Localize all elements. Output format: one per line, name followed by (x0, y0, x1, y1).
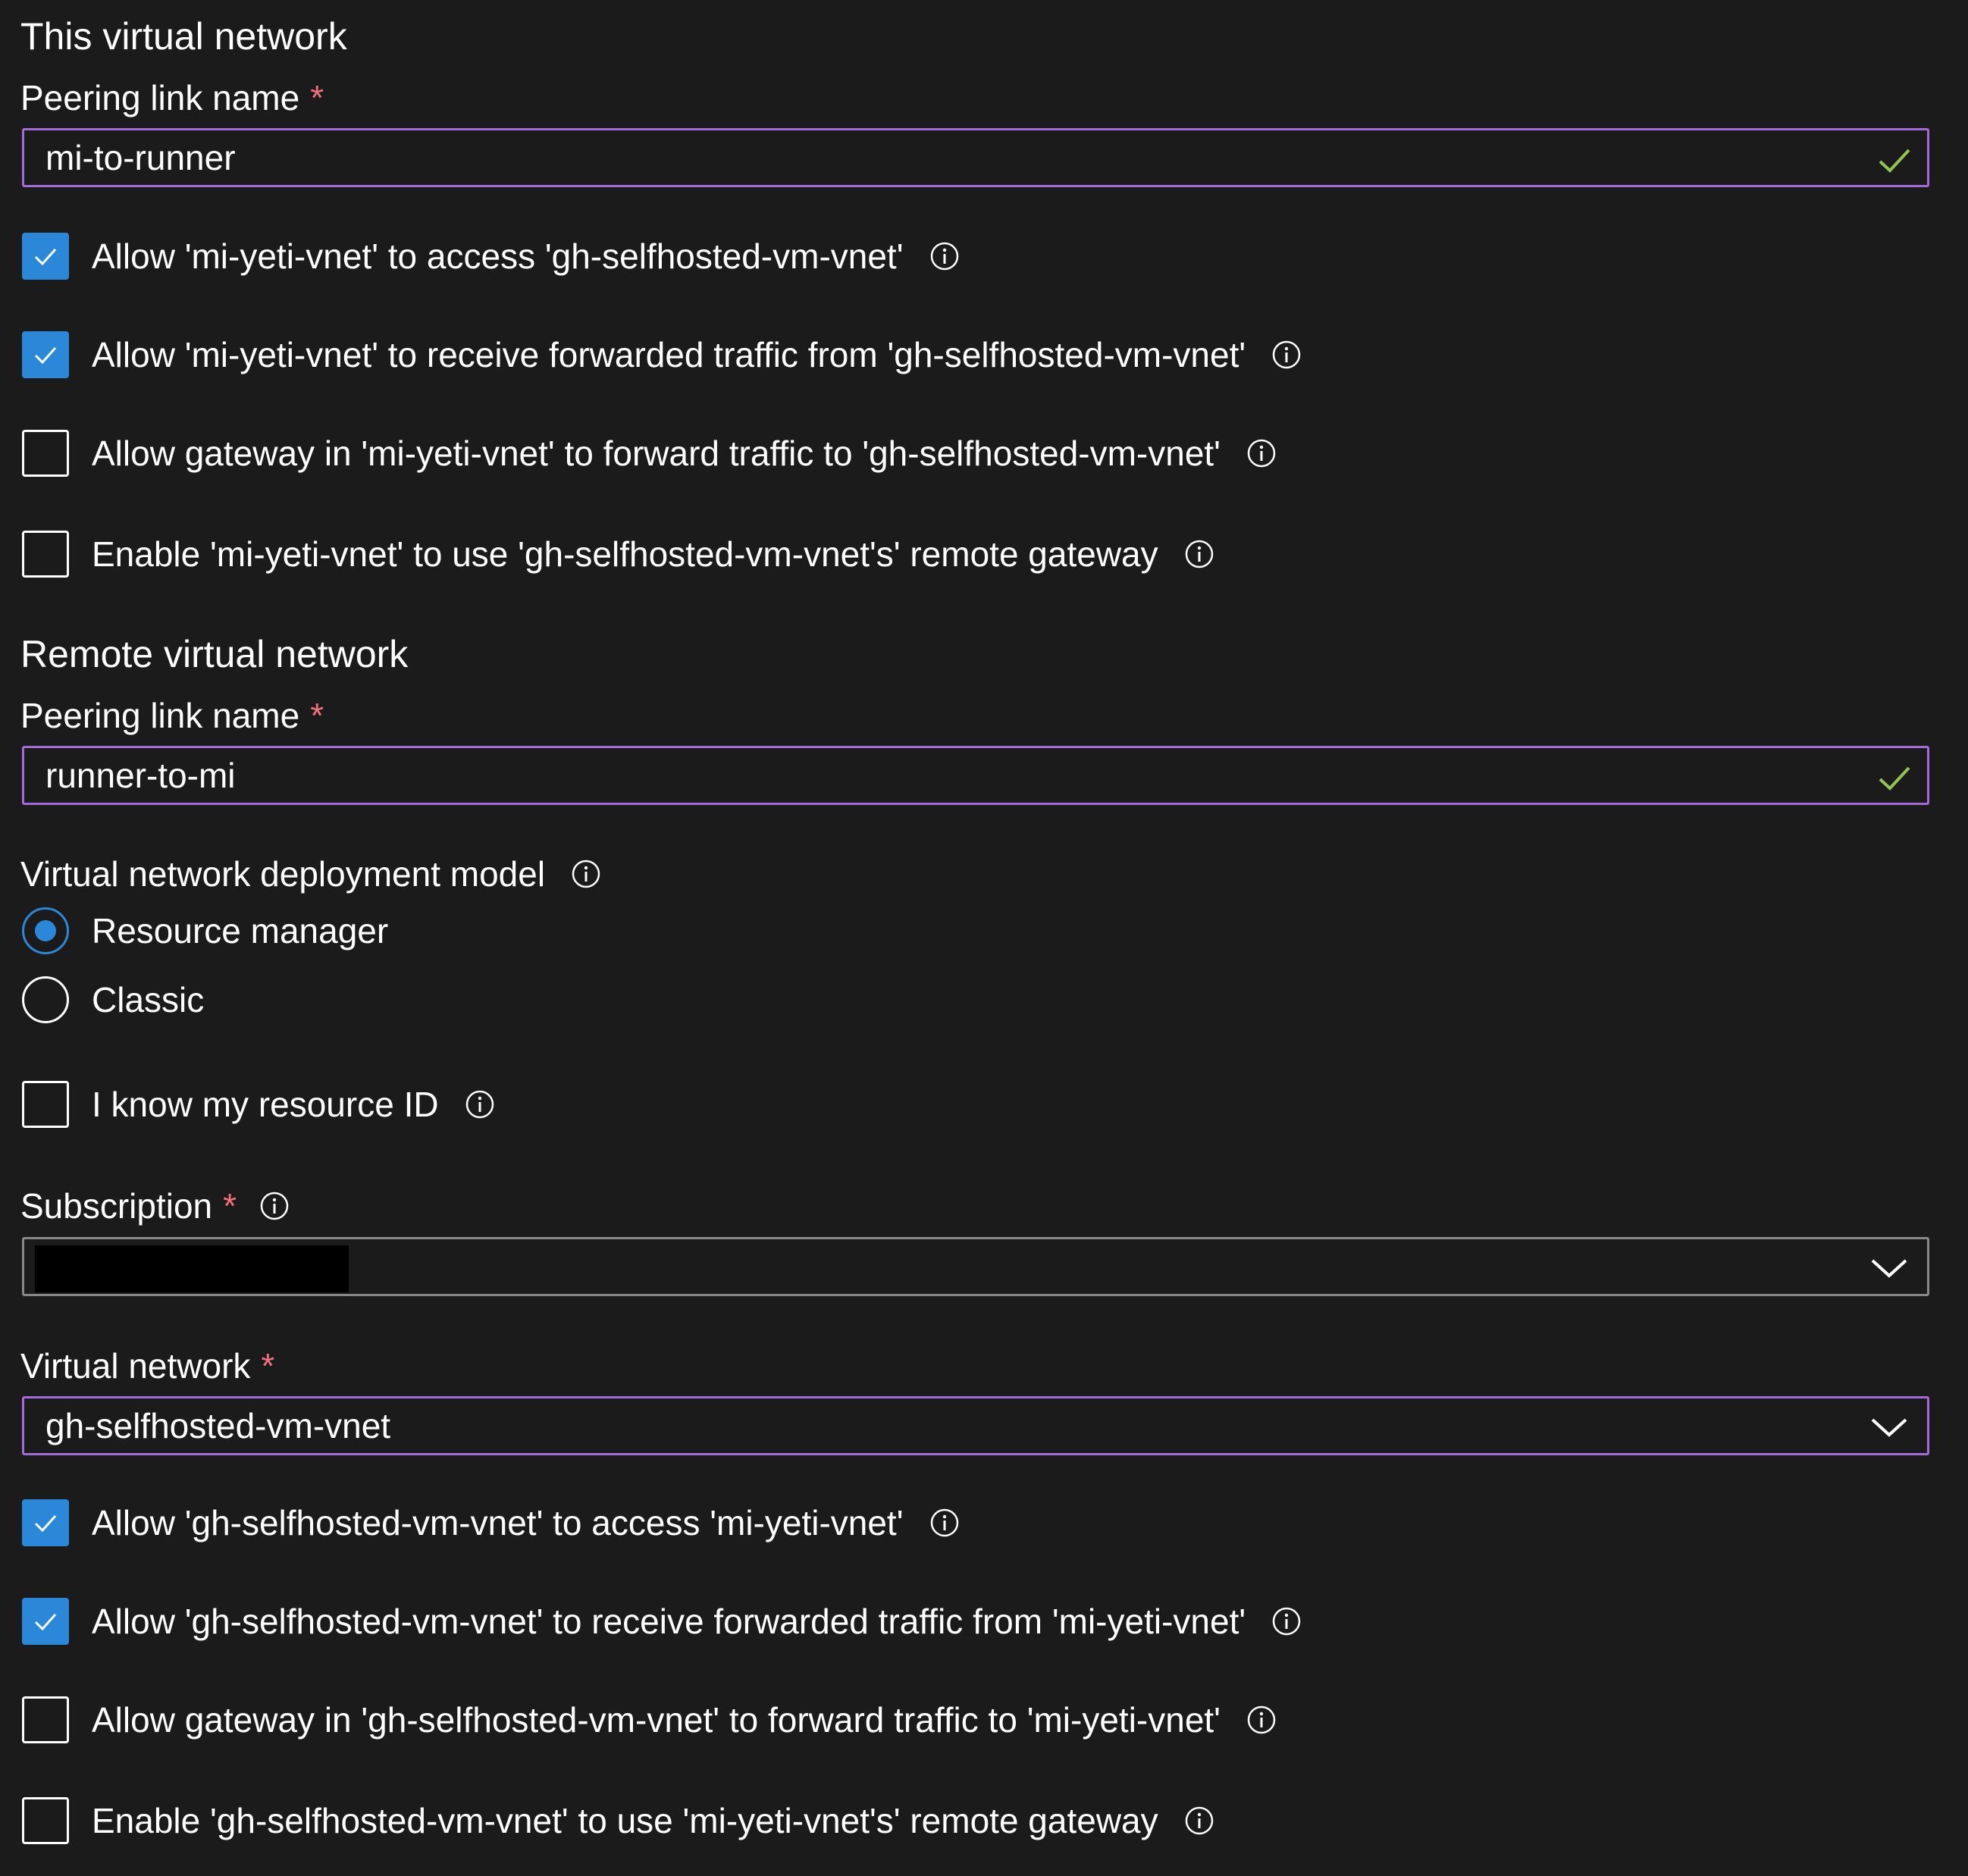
info-icon[interactable] (1271, 340, 1302, 370)
option-row[interactable]: Allow gateway in 'mi-yeti-vnet' to forwa… (22, 428, 1277, 478)
checkmark-icon (34, 248, 57, 266)
peering-link-name-label-text: Peering link name (20, 78, 300, 117)
radio-label: Resource manager (92, 911, 389, 951)
peering-link-name-input[interactable]: mi-to-runner (22, 128, 1929, 187)
option-row[interactable]: Enable 'mi-yeti-vnet' to use 'gh-selfhos… (22, 529, 1214, 579)
checkbox[interactable] (22, 1598, 69, 1645)
info-icon[interactable] (1184, 539, 1214, 569)
section-heading-this-vnet: This virtual network (20, 15, 347, 58)
remote-peering-link-name-value: runner-to-mi (45, 756, 236, 795)
option-label: Enable 'gh-selfhosted-vm-vnet' to use 'm… (92, 1801, 1158, 1840)
subscription-label: Subscription * (20, 1185, 290, 1227)
virtual-network-label-text: Virtual network (20, 1346, 251, 1386)
redacted-subscription-value (35, 1245, 349, 1292)
checkmark-icon (34, 1514, 57, 1533)
virtual-network-value: gh-selfhosted-vm-vnet (45, 1406, 391, 1445)
checkbox[interactable] (22, 233, 69, 280)
checkbox[interactable] (22, 331, 69, 378)
info-icon[interactable] (259, 1191, 290, 1221)
chevron-down-icon (1871, 1259, 1907, 1278)
section-heading-remote-vnet: Remote virtual network (20, 633, 409, 675)
option-label: Allow 'gh-selfhosted-vm-vnet' to access … (92, 1503, 904, 1542)
checkmark-icon (1879, 149, 1910, 173)
deployment-model-label: Virtual network deployment model (20, 853, 601, 895)
option-label: Enable 'mi-yeti-vnet' to use 'gh-selfhos… (92, 534, 1158, 574)
know-resource-id-row[interactable]: I know my resource ID (22, 1079, 495, 1129)
required-asterisk: * (261, 1346, 275, 1386)
option-row[interactable]: Allow gateway in 'gh-selfhosted-vm-vnet'… (22, 1695, 1277, 1745)
option-label: Allow gateway in 'gh-selfhosted-vm-vnet'… (92, 1700, 1221, 1740)
peering-link-name-value: mi-to-runner (45, 138, 236, 177)
peering-link-name-label: Peering link name * (20, 694, 324, 737)
radio-button[interactable] (22, 907, 69, 954)
info-icon[interactable] (465, 1089, 495, 1120)
subscription-label-text: Subscription (20, 1186, 213, 1226)
info-icon[interactable] (1246, 438, 1277, 468)
checkbox[interactable] (22, 430, 69, 477)
peering-link-name-label-text: Peering link name (20, 696, 300, 735)
checkmark-icon (1879, 766, 1910, 791)
option-label: Allow 'mi-yeti-vnet' to receive forwarde… (92, 335, 1246, 374)
checkbox[interactable] (22, 1696, 69, 1743)
option-label: Allow gateway in 'mi-yeti-vnet' to forwa… (92, 434, 1221, 473)
virtual-network-dropdown[interactable]: gh-selfhosted-vm-vnet (22, 1396, 1929, 1455)
info-icon[interactable] (929, 1508, 960, 1538)
checkbox[interactable] (22, 1797, 69, 1844)
option-row[interactable]: Allow 'gh-selfhosted-vm-vnet' to receive… (22, 1596, 1302, 1646)
subscription-dropdown[interactable] (22, 1237, 1929, 1296)
option-row[interactable]: Allow 'mi-yeti-vnet' to receive forwarde… (22, 330, 1302, 380)
know-resource-id-label: I know my resource ID (92, 1085, 439, 1124)
radio-classic[interactable]: Classic (22, 975, 204, 1025)
info-icon[interactable] (1271, 1606, 1302, 1636)
remote-peering-link-name-input[interactable]: runner-to-mi (22, 746, 1929, 805)
required-asterisk: * (310, 696, 324, 735)
virtual-network-label: Virtual network * (20, 1345, 274, 1387)
know-resource-id-checkbox[interactable] (22, 1081, 69, 1128)
option-row[interactable]: Enable 'gh-selfhosted-vm-vnet' to use 'm… (22, 1796, 1214, 1846)
chevron-down-icon (1871, 1418, 1907, 1437)
radio-button[interactable] (22, 976, 69, 1023)
required-asterisk: * (223, 1186, 237, 1226)
info-icon[interactable] (571, 859, 601, 889)
checkbox[interactable] (22, 1499, 69, 1546)
checkmark-icon (34, 1613, 57, 1631)
deployment-model-label-text: Virtual network deployment model (20, 854, 546, 894)
info-icon[interactable] (1246, 1705, 1277, 1735)
checkmark-icon (34, 346, 57, 365)
required-asterisk: * (310, 78, 324, 117)
radio-label: Classic (92, 980, 205, 1019)
info-icon[interactable] (929, 241, 960, 271)
checkbox[interactable] (22, 531, 69, 578)
option-label: Allow 'mi-yeti-vnet' to access 'gh-selfh… (92, 236, 904, 276)
radio-resource-manager[interactable]: Resource manager (22, 906, 388, 956)
option-row[interactable]: Allow 'mi-yeti-vnet' to access 'gh-selfh… (22, 231, 960, 281)
option-row[interactable]: Allow 'gh-selfhosted-vm-vnet' to access … (22, 1498, 960, 1548)
vnet-peering-form: This virtual network Peering link name * … (0, 0, 1968, 1876)
info-icon[interactable] (1184, 1806, 1214, 1836)
option-label: Allow 'gh-selfhosted-vm-vnet' to receive… (92, 1602, 1246, 1641)
peering-link-name-label: Peering link name * (20, 77, 324, 119)
